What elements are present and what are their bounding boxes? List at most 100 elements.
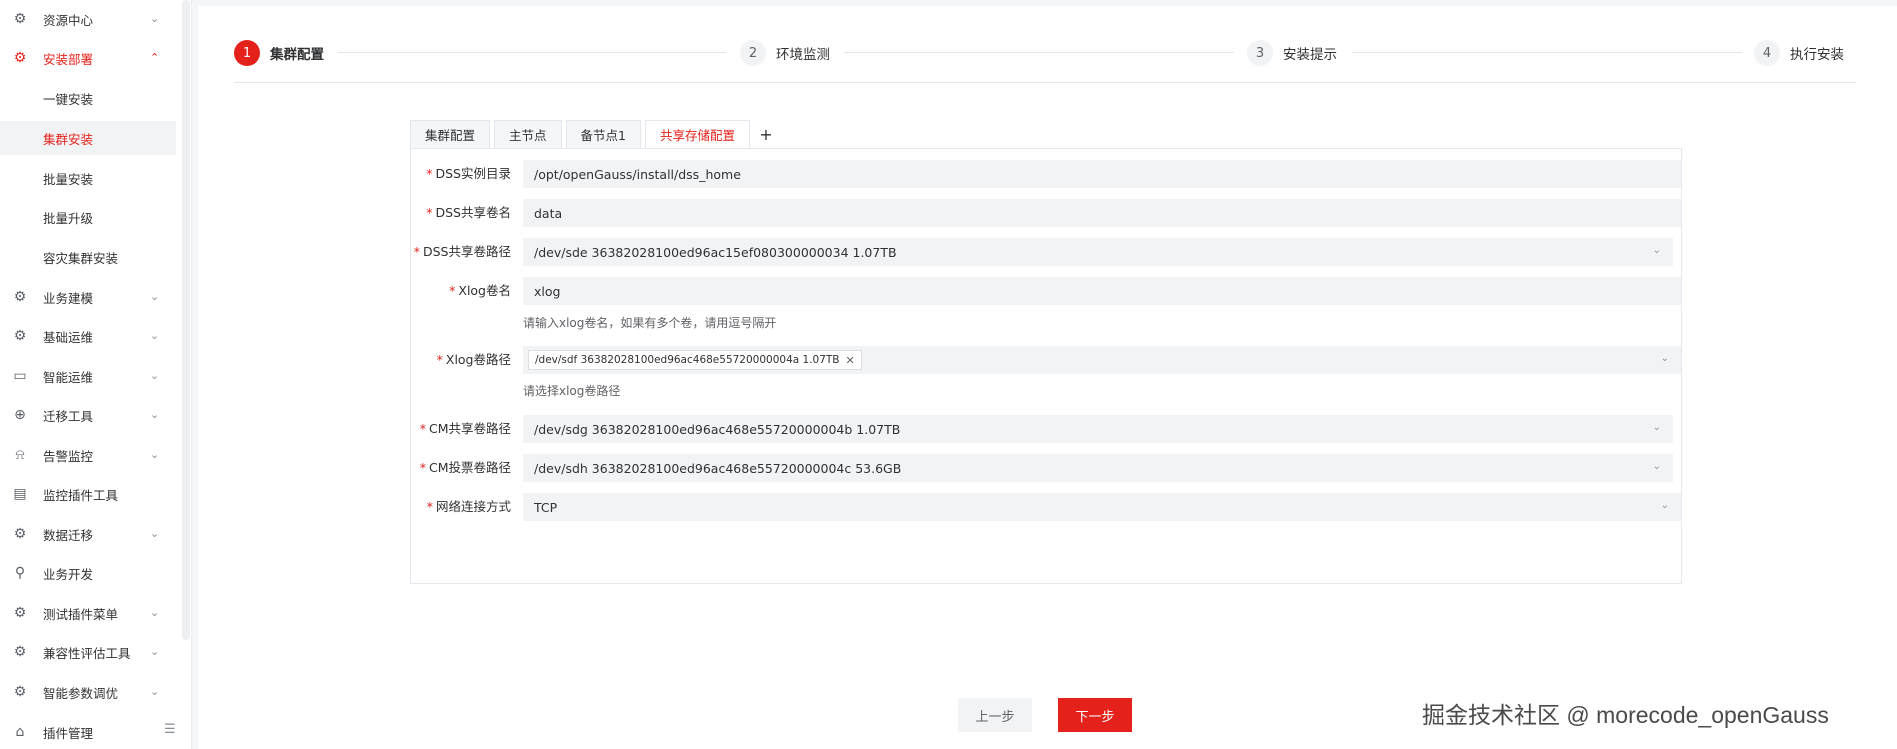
sidebar-item-label: 智能运维 [43, 369, 94, 385]
sidebar-subitem-dr-cluster-install[interactable]: 容灾集群安装 [0, 240, 176, 274]
gear-icon: ⚙ [13, 50, 27, 66]
dss-volume-name-input[interactable]: data [523, 199, 1681, 227]
step-title: 集群配置 [270, 47, 324, 63]
sidebar-scrollbar[interactable] [182, 0, 190, 640]
chevron-down-icon: ⌄ [1652, 245, 1661, 256]
required-mark: * [449, 283, 456, 298]
label-text: Xlog卷名 [458, 283, 511, 298]
sidebar-item-basic-ops[interactable]: ⚙ 基础运维 ⌄ [0, 319, 176, 353]
dss-volume-path-select[interactable]: /dev/sde 36382028100ed96ac15ef0803000000… [523, 238, 1673, 266]
sidebar-subitem-label: 批量安装 [43, 171, 94, 187]
sidebar-item-smart-ops[interactable]: ▭ 智能运维 ⌄ [0, 359, 176, 393]
chevron-down-icon: ⌄ [150, 369, 160, 382]
sidebar-subitem-label: 批量升级 [43, 210, 94, 226]
sidebar-item-smart-param-tuning[interactable]: ⚙ 智能参数调优 ⌄ [0, 675, 176, 709]
main-content: 1 集群配置 2 环境监测 3 安装提示 4 执行安装 集群配置 主节点 备节点… [198, 6, 1897, 749]
gear-icon: ⚙ [13, 684, 27, 700]
gear-icon: ⚙ [13, 328, 27, 344]
sidebar-item-migration-tools[interactable]: ⊕ 迁移工具 ⌄ [0, 398, 176, 432]
network-mode-select[interactable]: TCP ⌄ [523, 493, 1681, 521]
step-connector [1352, 52, 1742, 53]
sidebar-item-business-dev[interactable]: ⚲ 业务开发 [0, 556, 176, 590]
sidebar-item-label: 安装部署 [43, 51, 94, 67]
sidebar-item-test-plugin-menu[interactable]: ⚙ 测试插件菜单 ⌄ [0, 596, 176, 630]
shared-storage-form: * DSS实例目录 /opt/openGauss/install/dss_home… [410, 148, 1682, 584]
sidebar-item-label: 业务建模 [43, 290, 94, 306]
gear-icon: ⚙ [13, 526, 27, 542]
sidebar-subitem-batch-install[interactable]: 批量安装 [0, 161, 176, 195]
sidebar-item-plugin-management[interactable]: ⌂ 插件管理 [0, 715, 176, 749]
selected-volume-tag: /dev/sdf 36382028100ed96ac468e5572000000… [528, 350, 862, 370]
sidebar-subitem-label: 容灾集群安装 [43, 250, 119, 266]
step-number: 1 [234, 40, 260, 66]
chevron-down-icon: ⌄ [1652, 422, 1661, 433]
close-icon[interactable]: ✕ [846, 354, 855, 367]
alarm-icon: ⍾ [15, 447, 25, 463]
cm-share-path-select[interactable]: /dev/sdg 36382028100ed96ac468e5572000000… [523, 415, 1673, 443]
sidebar-item-label: 迁移工具 [43, 408, 94, 424]
cm-vote-path-select[interactable]: /dev/sdh 36382028100ed96ac468e5572000000… [523, 454, 1673, 482]
step-number: 2 [740, 40, 766, 66]
tab-standby-node-1[interactable]: 备节点1 [565, 120, 641, 148]
sidebar-item-label: 测试插件菜单 [43, 606, 119, 622]
sidebar-subitem-batch-upgrade[interactable]: 批量升级 [0, 200, 176, 234]
search-icon: ⚲ [14, 565, 26, 581]
form-label: * 网络连接方式 [411, 493, 511, 521]
chevron-down-icon: ⌄ [1660, 500, 1669, 511]
tab-shared-storage-config[interactable]: 共享存储配置 [644, 120, 750, 148]
sidebar-item-alarm-monitor[interactable]: ⍾ 告警监控 ⌄ [0, 438, 176, 472]
required-mark: * [419, 460, 426, 475]
dss-dir-input[interactable]: /opt/openGauss/install/dss_home [523, 160, 1681, 188]
sidebar: ⚙ 资源中心 ⌄ ⚙ 安装部署 ⌃ 一键安装 集群安装 批量安装 批量升级 容灾… [0, 0, 192, 749]
sidebar-item-monitor-plugin-tools[interactable]: ▤ 监控插件工具 [0, 477, 176, 511]
chevron-down-icon: ⌄ [1660, 353, 1669, 364]
xlog-name-hint: 请输入xlog卷名，如果有多个卷，请用逗号隔开 [523, 316, 777, 330]
plus-circle-icon: ⊕ [14, 407, 26, 423]
xlog-path-hint: 请选择xlog卷路径 [523, 384, 621, 398]
sidebar-item-data-migration[interactable]: ⚙ 数据迁移 ⌄ [0, 517, 176, 551]
sidebar-item-label: 数据迁移 [43, 527, 94, 543]
sidebar-item-label: 业务开发 [43, 566, 94, 582]
step-install-hint: 3 安装提示 [1247, 40, 1337, 66]
sidebar-subitem-cluster-install[interactable]: 集群安装 [0, 121, 176, 155]
sidebar-item-label: 监控插件工具 [43, 487, 119, 503]
step-title: 安装提示 [1283, 47, 1337, 63]
xlog-path-multiselect[interactable]: /dev/sdf 36382028100ed96ac468e5572000000… [523, 346, 1681, 374]
step-execute-install: 4 执行安装 [1754, 40, 1844, 66]
install-steps: 1 集群配置 2 环境监测 3 安装提示 4 执行安装 [198, 6, 1897, 86]
sidebar-item-resource-center[interactable]: ⚙ 资源中心 ⌄ [0, 2, 176, 36]
menu-collapse-icon[interactable]: ☰ [164, 722, 176, 737]
sidebar-item-business-modeling[interactable]: ⚙ 业务建模 ⌄ [0, 280, 176, 314]
prev-step-button[interactable]: 上一步 [958, 698, 1032, 732]
form-label: * Xlog卷名 [411, 277, 511, 305]
tag-label: /dev/sdf 36382028100ed96ac468e5572000000… [535, 354, 840, 366]
chevron-down-icon: ⌄ [150, 606, 160, 619]
sidebar-subitem-label: 一键安装 [43, 91, 94, 107]
sidebar-item-install-deploy[interactable]: ⚙ 安装部署 ⌃ [0, 41, 176, 75]
tab-cluster-config[interactable]: 集群配置 [410, 120, 491, 148]
step-env-check: 2 环境监测 [740, 40, 830, 66]
select-value: /dev/sdg 36382028100ed96ac468e5572000000… [534, 421, 901, 437]
sidebar-item-compat-eval-tools[interactable]: ⚙ 兼容性评估工具 ⌄ [0, 635, 176, 669]
chevron-up-icon: ⌃ [150, 51, 160, 64]
tab-primary-node[interactable]: 主节点 [494, 120, 562, 148]
chevron-down-icon: ⌄ [150, 12, 160, 25]
sidebar-item-label: 告警监控 [43, 448, 94, 464]
add-tab-button[interactable]: + [754, 120, 778, 148]
form-label: * CM投票卷路径 [411, 454, 511, 482]
sidebar-subitem-one-click-install[interactable]: 一键安装 [0, 81, 176, 115]
step-cluster-config: 1 集群配置 [234, 40, 324, 66]
xlog-name-input[interactable]: xlog [523, 277, 1681, 305]
sidebar-item-label: 资源中心 [43, 12, 94, 28]
select-value: /dev/sdh 36382028100ed96ac468e5572000000… [534, 460, 902, 476]
chevron-down-icon: ⌄ [150, 685, 160, 698]
next-step-button[interactable]: 下一步 [1058, 698, 1132, 732]
gear-icon: ⚙ [13, 605, 27, 621]
required-mark: * [436, 352, 443, 367]
step-connector [338, 52, 726, 53]
chevron-down-icon: ⌄ [150, 645, 160, 658]
form-label: * DSS实例目录 [411, 160, 511, 188]
label-text: DSS共享卷名 [435, 205, 512, 220]
form-label: * Xlog卷路径 [411, 346, 511, 374]
monitor-icon: ▭ [13, 368, 27, 384]
